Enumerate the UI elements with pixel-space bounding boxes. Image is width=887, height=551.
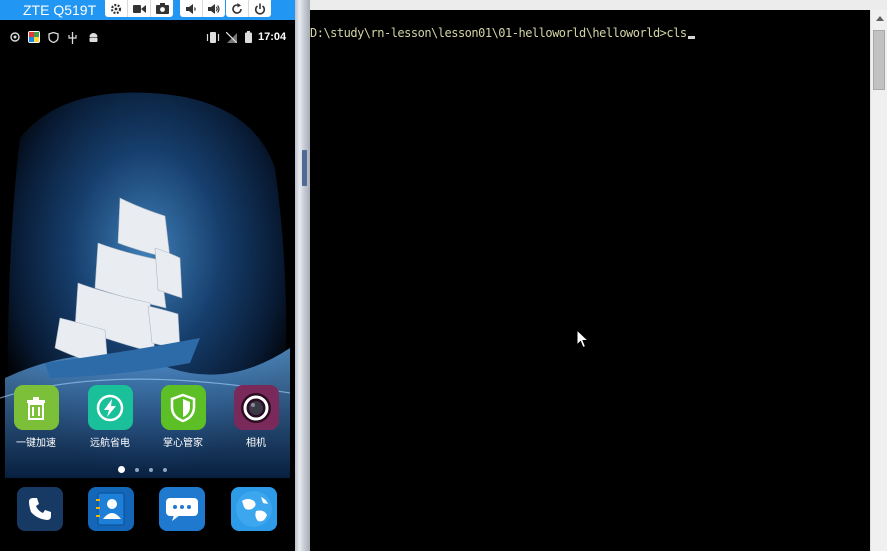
terminal-prompt: D:\study\rn-lesson\lesson01\01-helloworl… [310, 26, 667, 40]
page-dot-active [118, 466, 125, 473]
splitter-handle[interactable] [302, 150, 307, 186]
no-sim-icon [226, 32, 237, 43]
device-name: ZTE Q519T [23, 2, 97, 18]
app-camera[interactable]: 相机 [226, 385, 286, 449]
app-label: 一键加速 [16, 438, 56, 449]
app-tile [87, 385, 133, 430]
messages-icon [166, 498, 198, 521]
app-tile [160, 385, 206, 430]
volume-up-icon [208, 3, 220, 14]
battery-icon [245, 31, 252, 43]
sailing-ship-wallpaper [0, 48, 295, 551]
volume-up-button[interactable] [203, 0, 225, 17]
volume-controls [180, 0, 225, 17]
app-power-saver[interactable]: 远航省电 [80, 385, 140, 449]
page-dot [149, 467, 153, 472]
power-button[interactable] [249, 0, 271, 17]
home-page-indicator [118, 466, 167, 473]
power-icon [254, 3, 266, 15]
contacts-icon [96, 492, 125, 526]
command-prompt-window[interactable]: D:\study\rn-lesson\lesson01\01-helloworl… [310, 10, 870, 551]
window-splitter[interactable] [295, 0, 310, 551]
phone-mirror-window: ZTE Q519T 17:04 一键加速 远航省电 掌心管家 相机 [0, 0, 295, 551]
terminal-scrollbar[interactable] [870, 10, 887, 551]
app-label: 远航省电 [90, 438, 130, 449]
android-status-bar: 17:04 [0, 28, 295, 48]
video-camera-icon [132, 4, 146, 13]
volume-down-button[interactable] [180, 0, 203, 17]
rotate-icon [232, 2, 242, 14]
terminal-input-line: D:\study\rn-lesson\lesson01\01-helloworl… [310, 26, 695, 40]
dock-phone[interactable] [17, 487, 63, 531]
app-label: 相机 [246, 438, 266, 449]
gear-icon [110, 3, 122, 14]
dock-messages[interactable] [159, 487, 205, 531]
dock-browser[interactable] [231, 487, 277, 531]
trash-can-icon [27, 396, 45, 420]
app-palm-manager[interactable]: 掌心管家 [153, 385, 213, 449]
android-debug-icon [89, 33, 98, 42]
page-dot [135, 467, 139, 472]
terminal-command: cls [666, 26, 687, 40]
screenshot-button[interactable] [151, 0, 173, 17]
app-tile [233, 385, 279, 430]
volume-down-icon [185, 3, 196, 14]
vibrate-icon [206, 32, 220, 43]
security-shield-icon [48, 32, 59, 43]
shield-icon [170, 393, 196, 422]
app-one-key-boost[interactable]: 一键加速 [6, 385, 66, 449]
page-dot [163, 467, 167, 472]
usb-icon [68, 32, 77, 44]
capture-controls [105, 0, 173, 17]
scroll-up-button[interactable] [871, 10, 887, 27]
settings-button[interactable] [105, 0, 128, 17]
browser-globe-icon [236, 491, 272, 527]
dock-contacts[interactable] [88, 487, 134, 531]
status-clock: 17:04 [258, 31, 287, 43]
text-cursor [687, 36, 695, 39]
colorful-app-icon [28, 31, 40, 43]
app-tile [13, 385, 59, 430]
camera-icon [155, 3, 169, 14]
rotate-button[interactable] [226, 0, 249, 17]
mirror-toolbar: ZTE Q519T [0, 0, 295, 20]
mouse-pointer-icon [576, 329, 589, 349]
device-controls [226, 0, 271, 17]
phone-icon [29, 498, 51, 520]
lightning-icon [96, 394, 124, 421]
camera-lens-icon [241, 392, 271, 423]
chevron-up-icon [875, 16, 884, 21]
scroll-thumb[interactable] [873, 30, 885, 90]
record-video-button[interactable] [128, 0, 151, 17]
notification-app-icon [10, 32, 20, 42]
app-label: 掌心管家 [163, 438, 203, 449]
